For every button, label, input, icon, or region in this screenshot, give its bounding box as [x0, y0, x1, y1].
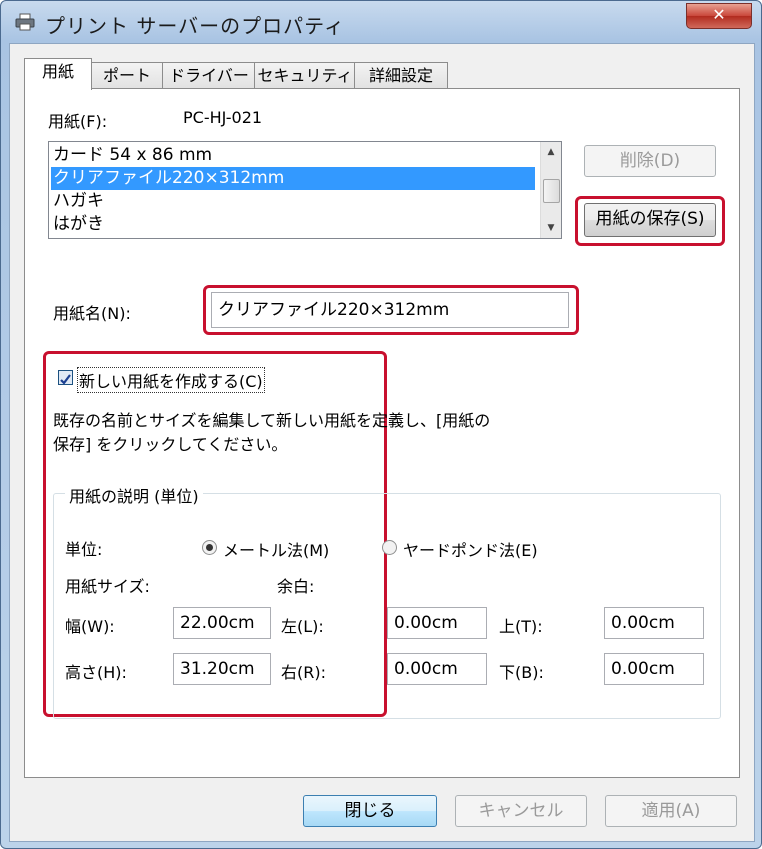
group-title: 用紙の説明 (単位) [65, 483, 203, 507]
save-form-button-label: 用紙の保存(S) [595, 209, 705, 229]
list-item-selected[interactable]: クリアファイル220×312mm [51, 167, 535, 190]
help-text-line2: 保存] をクリックしてください。 [53, 435, 288, 454]
paper-size-label: 用紙サイズ: [65, 577, 150, 596]
client-area: 用紙 ポート ドライバー セキュリティ 詳細設定 用紙(F): PC-HJ-02… [9, 43, 755, 842]
delete-button-label: 削除(D) [619, 151, 681, 171]
tab-label: ドライバー [169, 66, 249, 85]
form-name-input[interactable]: クリアファイル220×312mm [211, 292, 569, 328]
tab-security[interactable]: セキュリティ [254, 62, 356, 89]
tab-driver[interactable]: ドライバー [162, 62, 256, 89]
bottom-margin-input[interactable]: 0.00cm [604, 653, 704, 685]
left-margin-input[interactable]: 0.00cm [387, 607, 487, 639]
list-scrollbar[interactable]: ▲ ▼ [540, 142, 561, 238]
printer-name: PC-HJ-021 [183, 108, 263, 127]
forms-listbox[interactable]: カード 54 x 86 mm クリアファイル220×312mm ハガキ はがき … [48, 141, 562, 239]
right-margin-label: 右(R): [281, 663, 326, 682]
create-new-checkbox[interactable] [58, 370, 73, 385]
width-label: 幅(W): [65, 617, 115, 636]
list-item[interactable]: はがき [51, 213, 535, 236]
checkmark-icon [60, 374, 71, 385]
imperial-radio[interactable] [382, 540, 397, 555]
close-button-label: 閉じる [344, 801, 396, 821]
height-input[interactable]: 31.20cm [173, 653, 271, 685]
save-form-button[interactable]: 用紙の保存(S) [584, 203, 716, 237]
paper-tab-panel: 用紙(F): PC-HJ-021 カード 54 x 86 mm クリアファイル2… [24, 88, 740, 778]
printer-icon [15, 13, 35, 31]
apply-button-label: 適用(A) [641, 801, 701, 821]
create-new-label[interactable]: 新しい用紙を作成する(C) [77, 367, 265, 393]
tab-advanced[interactable]: 詳細設定 [354, 62, 448, 89]
metric-label[interactable]: メートル法(M) [223, 537, 329, 561]
list-item[interactable]: ハガキ [51, 190, 535, 213]
unit-label: 単位: [65, 540, 103, 559]
scroll-thumb[interactable] [543, 179, 560, 203]
top-margin-input[interactable]: 0.00cm [604, 607, 704, 639]
tab-label: 用紙 [41, 62, 74, 81]
dialog-window: プリント サーバーのプロパティ ✕ 用紙 ポート ドライバー セキュリティ 詳細… [0, 0, 762, 849]
list-item[interactable]: カード 54 x 86 mm [51, 144, 535, 167]
tab-port[interactable]: ポート [90, 62, 164, 89]
form-description-group [53, 493, 721, 719]
metric-radio[interactable] [202, 540, 217, 555]
close-window-button[interactable]: ✕ [686, 3, 752, 29]
form-name-label: 用紙名(N): [53, 304, 131, 323]
margins-label: 余白: [277, 577, 315, 596]
top-margin-label: 上(T): [499, 617, 543, 636]
title-bar[interactable]: プリント サーバーのプロパティ ✕ [1, 1, 761, 43]
cancel-button[interactable]: キャンセル [455, 795, 587, 827]
help-text-line1: 既存の名前とサイズを編集して新しい用紙を定義し、[用紙の [53, 411, 491, 430]
height-label: 高さ(H): [65, 663, 127, 682]
tab-label: 詳細設定 [368, 66, 433, 85]
arrow-up-icon[interactable]: ▲ [543, 144, 559, 160]
tab-label: セキュリティ [257, 66, 353, 85]
window-title: プリント サーバーのプロパティ [45, 14, 345, 38]
arrow-down-icon[interactable]: ▼ [543, 220, 559, 236]
imperial-label[interactable]: ヤードポンド法(E) [403, 537, 538, 561]
right-margin-input[interactable]: 0.00cm [387, 653, 487, 685]
delete-button[interactable]: 削除(D) [584, 145, 716, 177]
close-icon: ✕ [712, 5, 726, 24]
width-input[interactable]: 22.00cm [173, 607, 271, 639]
cancel-button-label: キャンセル [478, 801, 564, 821]
left-margin-label: 左(L): [281, 617, 324, 636]
forms-on-label: 用紙(F): [48, 112, 108, 131]
tab-paper[interactable]: 用紙 [24, 58, 92, 90]
tab-label: ポート [102, 66, 151, 85]
bottom-margin-label: 下(B): [499, 663, 544, 682]
apply-button[interactable]: 適用(A) [605, 795, 737, 827]
close-button[interactable]: 閉じる [303, 795, 437, 827]
